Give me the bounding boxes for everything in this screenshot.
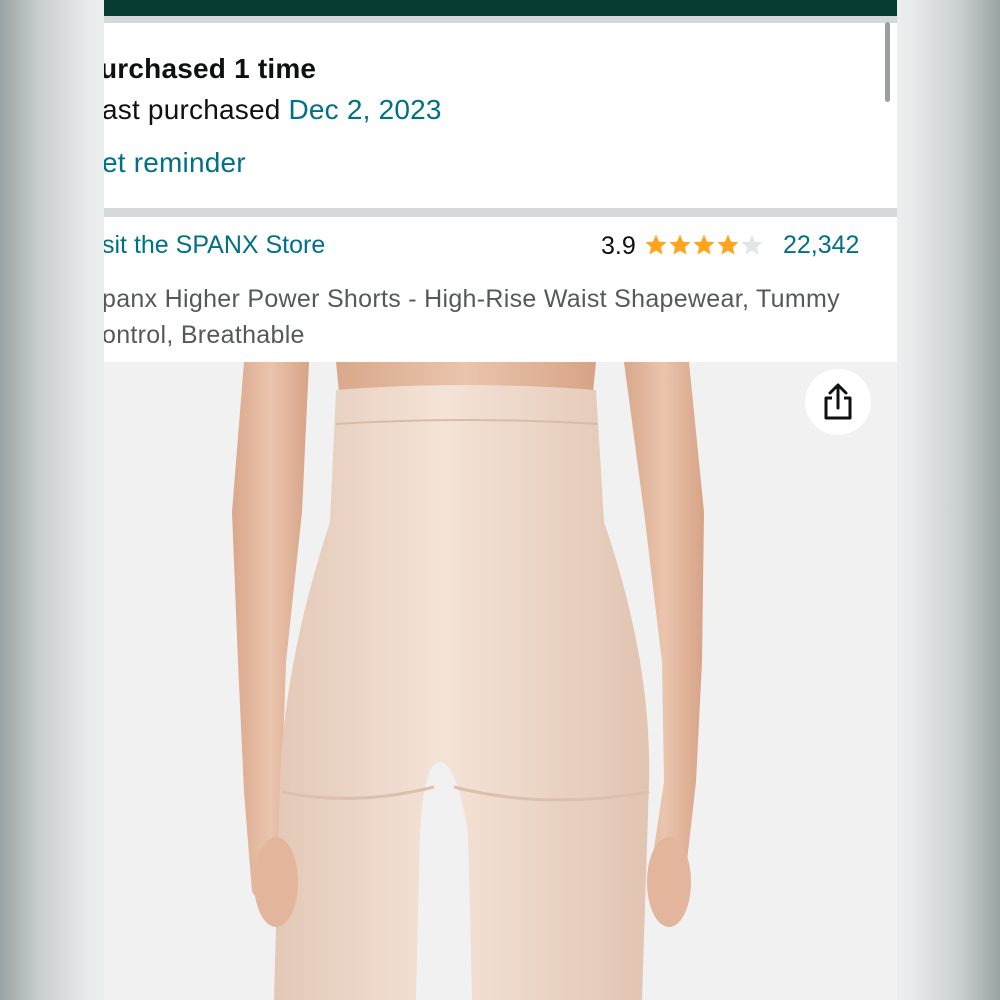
- top-bar: [104, 0, 897, 16]
- last-purchased-line: ast purchased Dec 2, 2023: [104, 94, 442, 126]
- product-title-line-1: panx Higher Power Shorts - High-Rise Wai…: [104, 285, 840, 313]
- rating-stars[interactable]: [644, 233, 764, 257]
- star-icon: [645, 234, 667, 255]
- product-title-line-2: ontrol, Breathable: [104, 321, 305, 349]
- star-icon: [669, 234, 691, 255]
- section-divider: [104, 208, 897, 217]
- visit-store-link[interactable]: sit the SPANX Store: [104, 231, 325, 260]
- star-icon: [741, 234, 763, 255]
- share-button[interactable]: [805, 369, 871, 435]
- store-section: sit the SPANX Store 3.9 22,342 panx High…: [104, 217, 897, 362]
- purchase-history-card: urchased 1 time ast purchased Dec 2, 202…: [104, 23, 897, 208]
- rating-value: 3.9: [601, 232, 636, 260]
- share-icon: [824, 383, 852, 420]
- top-divider: [104, 16, 897, 23]
- rating-count-link[interactable]: 22,342: [783, 231, 859, 260]
- set-reminder-link[interactable]: et reminder: [104, 147, 246, 179]
- star-icon: [717, 234, 739, 255]
- star-icon: [693, 234, 715, 255]
- last-purchased-date-link[interactable]: Dec 2, 2023: [288, 94, 441, 125]
- phone-screen: urchased 1 time ast purchased Dec 2, 202…: [104, 0, 897, 1000]
- purchased-times-text: urchased 1 time: [104, 53, 317, 84]
- product-image[interactable]: [104, 362, 897, 1000]
- last-purchased-label: ast purchased: [104, 94, 289, 125]
- scrollbar[interactable]: [885, 22, 890, 102]
- product-photo: [232, 362, 704, 1000]
